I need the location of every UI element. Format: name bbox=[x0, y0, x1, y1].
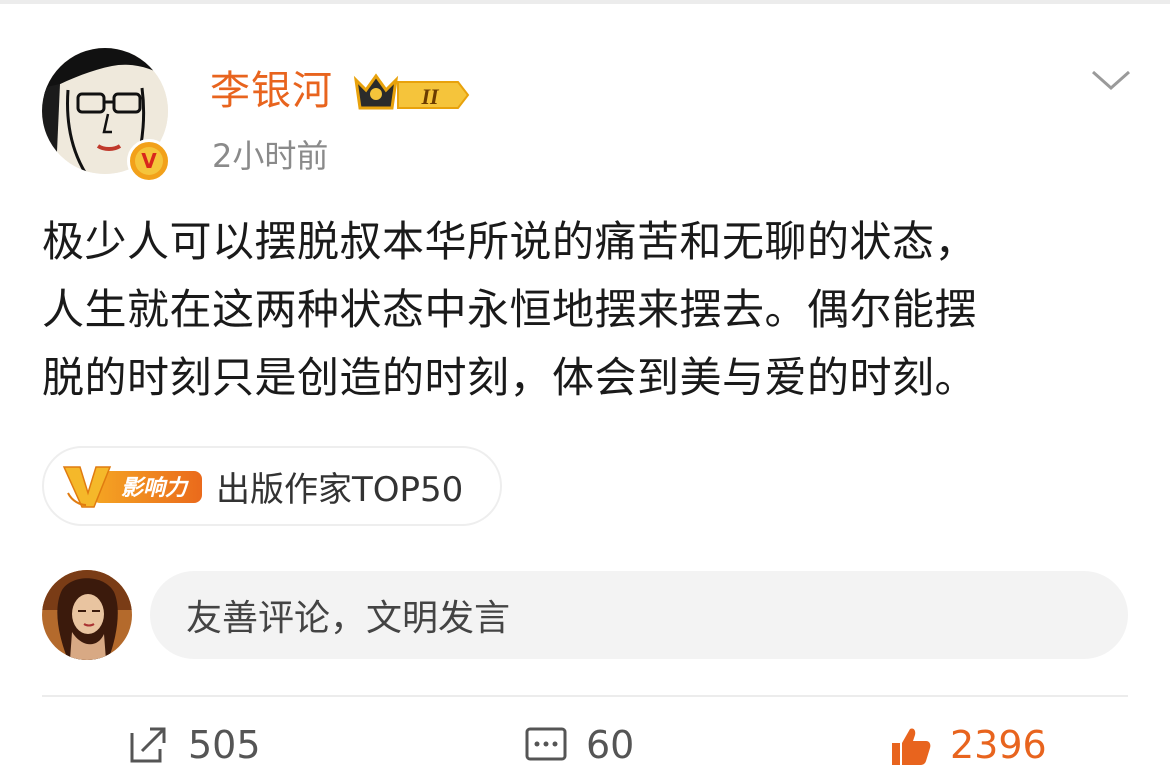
repost-icon bbox=[130, 727, 166, 763]
post-content-line: 极少人可以摆脱叔本华所说的痛苦和无聊的状态， bbox=[42, 217, 978, 266]
commenter-avatar[interactable] bbox=[42, 570, 132, 660]
like-button[interactable]: 2396 bbox=[888, 720, 1047, 770]
chevron-down-icon[interactable] bbox=[1090, 66, 1132, 94]
commenter-portrait bbox=[42, 570, 132, 660]
comment-count: 60 bbox=[586, 723, 635, 767]
post-timestamp: 2小时前 bbox=[212, 137, 329, 175]
post-content-line: 脱的时刻只是创造的时刻，体会到美与爱的时刻。 bbox=[42, 353, 978, 402]
member-level-text: II bbox=[420, 84, 440, 109]
influence-tag[interactable]: 影响力 出版作家TOP50 bbox=[42, 446, 502, 526]
comment-input[interactable]: 友善评论，文明发言 bbox=[150, 571, 1128, 659]
action-divider bbox=[42, 695, 1128, 697]
comment-button[interactable]: 60 bbox=[524, 720, 634, 770]
comment-icon bbox=[525, 727, 567, 761]
verified-v-icon: V bbox=[127, 139, 171, 183]
repost-button[interactable]: 505 bbox=[126, 720, 261, 770]
influence-tag-text: 出版作家TOP50 bbox=[216, 469, 464, 510]
like-icon bbox=[892, 728, 931, 765]
influence-badge: 影响力 bbox=[62, 463, 202, 509]
influence-v-icon: 影响力 bbox=[62, 466, 202, 508]
comment-placeholder: 友善评论，文明发言 bbox=[186, 598, 511, 639]
influence-badge-label: 影响力 bbox=[121, 476, 189, 501]
weibo-post-card: V 李银河 II 2小时前 极少人可以摆脱叔本华所说的痛苦和无聊的状态， 人生就… bbox=[0, 4, 1170, 767]
crown-level-icon[interactable]: II bbox=[352, 70, 472, 114]
author-name[interactable]: 李银河 bbox=[210, 66, 333, 116]
like-count: 2396 bbox=[950, 723, 1047, 767]
post-content: 极少人可以摆脱叔本华所说的痛苦和无聊的状态， 人生就在这两种状态中永恒地摆来摆去… bbox=[42, 208, 1132, 412]
repost-count: 505 bbox=[188, 723, 261, 767]
post-content-line: 人生就在这两种状态中永恒地摆来摆去。偶尔能摆 bbox=[42, 285, 978, 334]
